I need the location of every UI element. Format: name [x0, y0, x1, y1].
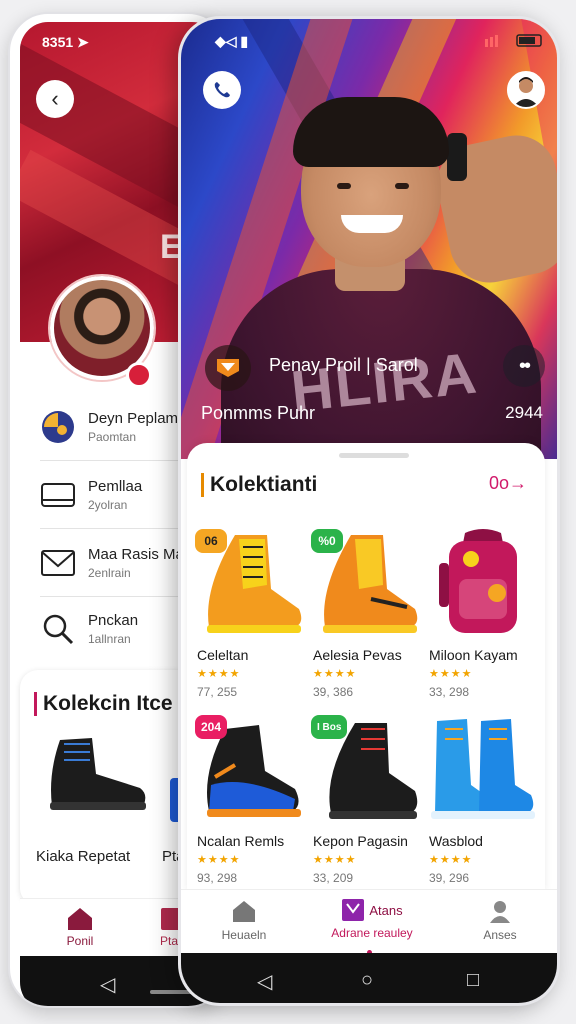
- rating-stars: ★★★★: [313, 854, 357, 866]
- item-title: Maa Rasis Ma: [88, 546, 184, 563]
- item-subtitle: 2enlrain: [88, 566, 131, 580]
- product-price: 33, 209: [313, 871, 354, 885]
- globe-icon: [40, 409, 76, 445]
- product-price: 93, 298: [197, 871, 238, 885]
- product-card[interactable]: %0 Aelesia Pevas ★★★★ 39, 386: [311, 529, 423, 709]
- product-badge: %0: [311, 529, 343, 553]
- backpack-image: [439, 529, 517, 633]
- nav-label: Heuaeln: [221, 928, 267, 942]
- avatar-badge-icon: [126, 362, 152, 388]
- home-icon: [230, 898, 258, 924]
- product-card[interactable]: I Bos Kepon Pagasin ★★★★ 33, 209: [311, 715, 423, 895]
- phone-icon: [214, 82, 230, 98]
- location-icon: ➤: [77, 34, 89, 50]
- nav-shop[interactable]: Atans Adrane reauley: [317, 898, 427, 940]
- search-icon: [40, 611, 76, 647]
- item-title: Deyn Peplam: [88, 410, 179, 427]
- nav-label: Anses: [483, 928, 517, 942]
- product-price: 39, 296: [429, 871, 470, 885]
- item-subtitle: 2yolran: [88, 498, 128, 512]
- product-price: 33, 298: [429, 685, 470, 699]
- call-button[interactable]: [203, 71, 241, 109]
- person-eye: [337, 183, 351, 189]
- product-price: 77, 255: [197, 685, 238, 699]
- shop-icon: [342, 899, 365, 921]
- rating-stars: ★★★★: [429, 668, 473, 680]
- user-avatar[interactable]: [507, 71, 545, 109]
- product-name: Ncalan Remls: [197, 833, 285, 849]
- product-card[interactable]: 06 Celeltan ★★★★ 77, 255: [195, 529, 307, 709]
- recents-square-icon[interactable]: □: [467, 969, 479, 992]
- product-badge: I Bos: [311, 715, 348, 739]
- nav-badge-text: Atans: [369, 902, 403, 918]
- home-circle-icon[interactable]: ○: [361, 969, 373, 992]
- more-options-button[interactable]: ••: [503, 345, 545, 387]
- product-name: Kiaka Repetat: [36, 848, 131, 865]
- product-name: Wasblod: [429, 833, 483, 849]
- product-name: Miloon Kayam: [429, 647, 518, 663]
- nav-profile[interactable]: Anses: [445, 898, 555, 942]
- nav-label: Adrane reauley: [331, 926, 413, 940]
- boot-image[interactable]: [40, 734, 150, 818]
- system-nav-bar: ◁ ○ □: [181, 953, 557, 1003]
- item-subtitle: 1allnran: [88, 632, 131, 646]
- bottom-nav: Heuaeln Atans Adrane reauley Anses: [181, 889, 557, 955]
- product-card[interactable]: Miloon Kayam ★★★★ 33, 298: [427, 529, 539, 709]
- profile-subtitle: Ponmms Puhr: [201, 403, 316, 423]
- brand-logo-icon: [205, 345, 251, 391]
- chevron-left-icon: ‹: [51, 86, 59, 111]
- boot-image: [431, 719, 535, 819]
- nav-home[interactable]: Heuaeln: [189, 898, 299, 942]
- rating-stars: ★★★★: [429, 854, 473, 866]
- product-price: 39, 386: [313, 685, 354, 699]
- card-icon: [40, 477, 76, 513]
- product-badge: 06: [195, 529, 227, 553]
- drag-handle[interactable]: [339, 453, 409, 458]
- back-triangle-icon[interactable]: ◁: [100, 972, 115, 997]
- collection-title: Kolektianti: [201, 473, 317, 497]
- nav-home[interactable]: Ponil: [66, 907, 94, 948]
- product-card[interactable]: 204 Ncalan Remls ★★★★ 93, 298: [195, 715, 307, 895]
- person-hair: [293, 97, 449, 167]
- product-name: Kepon Pagasin: [313, 833, 408, 849]
- back-button[interactable]: ‹: [36, 80, 74, 118]
- rating-stars: ★★★★: [197, 854, 241, 866]
- product-card[interactable]: Wasblod ★★★★ 39, 296: [427, 715, 539, 895]
- item-title: Pnckan: [88, 612, 139, 629]
- nav-label: Ponil: [66, 934, 94, 948]
- back-triangle-icon[interactable]: ◁: [257, 969, 272, 994]
- watch-icon: [447, 133, 467, 181]
- product-name: Celeltan: [197, 647, 249, 663]
- person-eye: [395, 183, 409, 189]
- product-name: Aelesia Pevas: [313, 647, 402, 663]
- product-badge: 204: [195, 715, 228, 739]
- rating-stars: ★★★★: [313, 668, 357, 680]
- collection-sheet: Kolektianti 0o→ 06 Celeltan ★★★★ 77, 255…: [187, 443, 545, 893]
- mail-icon: [40, 545, 76, 581]
- see-all-link[interactable]: 0o→: [489, 473, 527, 494]
- profile-name: Penay Proil | Sarol: [269, 355, 418, 375]
- item-title: Pemllaa: [88, 478, 143, 495]
- profile-icon: [486, 898, 514, 924]
- person-smile: [341, 215, 403, 233]
- battery-icon: [485, 33, 545, 50]
- collection-title: Kolekcin Itce: [34, 692, 173, 716]
- status-time: 8351 ➤: [42, 34, 89, 50]
- rating-stars: ★★★★: [197, 668, 241, 680]
- item-subtitle: Paomtan: [88, 430, 137, 444]
- front-phone: HLIRA ◆◁ ▮ Penay Proil | Sarol •• Ponmms…: [178, 16, 560, 1006]
- status-icons: ◆◁ ▮: [215, 33, 249, 49]
- hero-banner: HLIRA ◆◁ ▮ Penay Proil | Sarol •• Ponmms…: [181, 19, 557, 459]
- follower-count: 2944: [505, 403, 543, 422]
- home-icon: [68, 908, 92, 930]
